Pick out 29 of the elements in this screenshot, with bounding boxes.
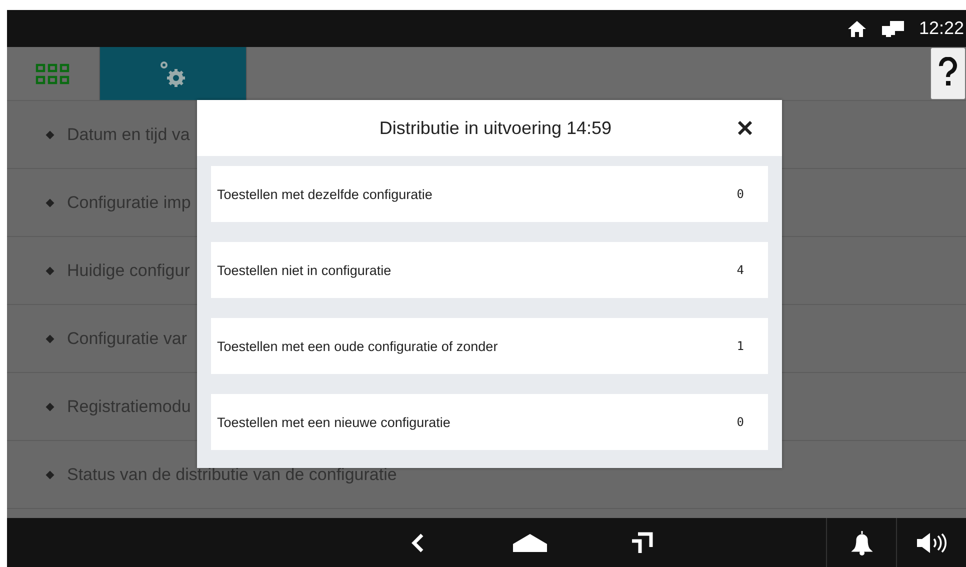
speaker-icon <box>916 532 948 554</box>
stat-label: Toestellen met dezelfde configuratie <box>217 186 432 202</box>
corner-arrows-icon <box>631 532 653 554</box>
bullet-icon <box>46 266 54 275</box>
stat-label: Toestellen met een oude configuratie of zonder <box>217 338 498 354</box>
stat-value: 1 <box>736 339 744 353</box>
bullet-icon <box>46 198 54 207</box>
help-button[interactable] <box>930 47 966 100</box>
close-icon <box>738 121 752 135</box>
bullet-icon <box>46 130 54 139</box>
stat-value: 4 <box>736 263 744 277</box>
question-mark-icon <box>938 57 958 87</box>
bullet-icon <box>46 402 54 411</box>
settings-tab[interactable] <box>100 47 247 100</box>
stat-value: 0 <box>736 415 744 429</box>
clock-time: 12:22 <box>918 18 964 39</box>
bullet-icon <box>46 334 54 343</box>
back-icon <box>411 532 425 552</box>
gears-icon <box>158 58 188 88</box>
stat-label: Toestellen met een nieuwe configuratie <box>217 414 450 430</box>
home-icon <box>512 532 548 552</box>
grid-icon <box>35 62 71 84</box>
dialog-title: Distributie in uitvoering 14:59 <box>378 118 613 138</box>
monitors-icon <box>880 20 905 38</box>
bell-icon <box>850 530 872 556</box>
stat-label: Toestellen niet in configuratie <box>217 262 392 278</box>
bullet-icon <box>46 470 54 479</box>
home-icon <box>846 20 867 38</box>
stat-value: 0 <box>736 187 744 201</box>
